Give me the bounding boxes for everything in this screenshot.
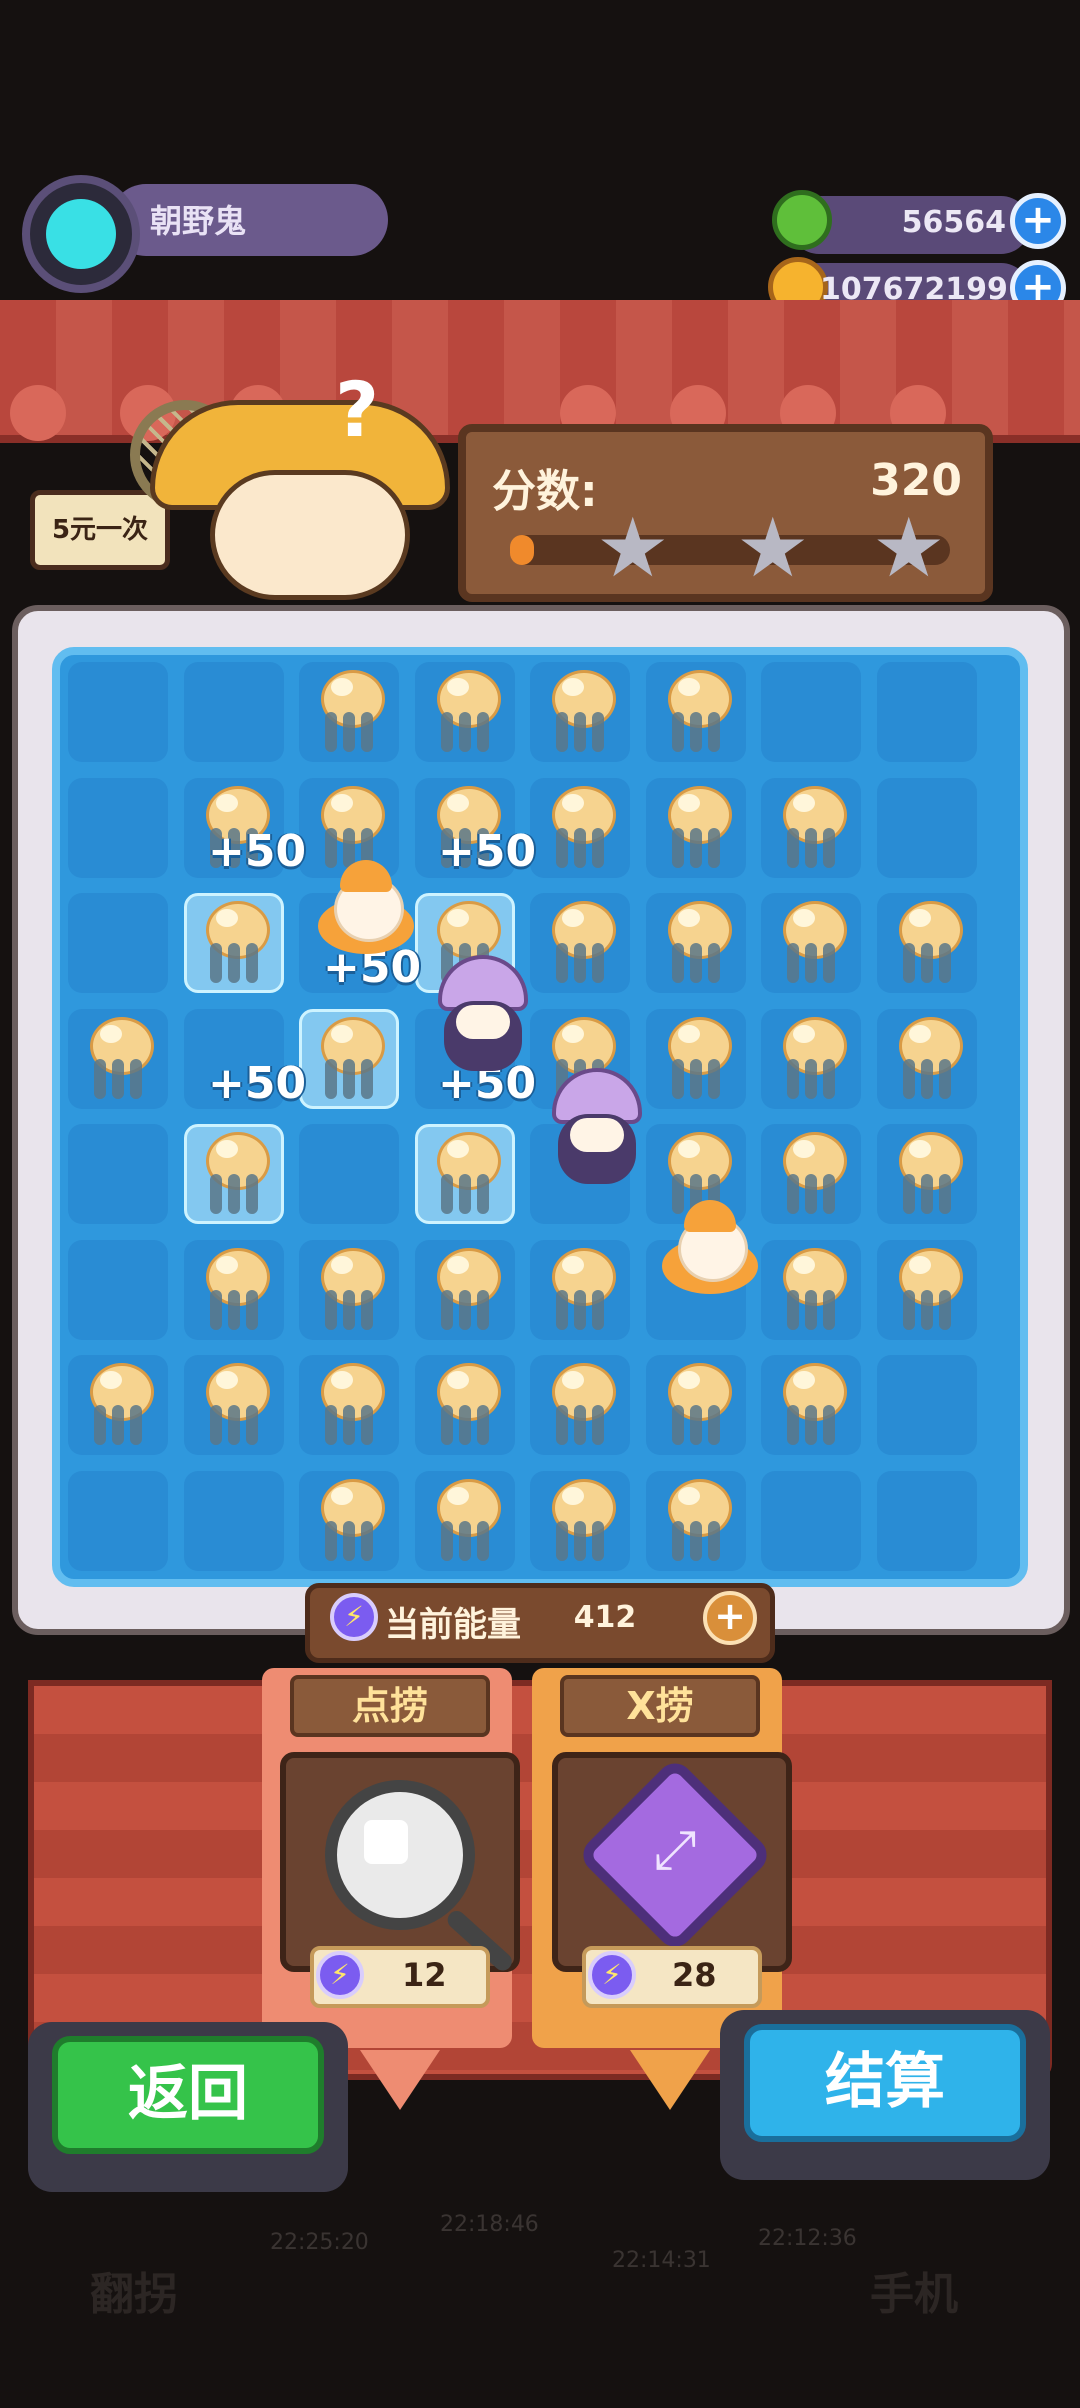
jellyfish-icon[interactable] [767,897,855,989]
jellyfish-icon[interactable] [74,1359,162,1451]
pennant [360,2050,440,2110]
settle-button[interactable]: 结算 [744,2024,1026,2142]
energy-icon: ⚡ [330,1593,378,1641]
add-currency-1-button[interactable]: + [1010,193,1066,249]
jellyfish-icon[interactable] [536,1475,624,1567]
profile-name: 朝野鬼 [150,202,247,240]
jellyfish-icon[interactable] [652,897,740,989]
bg-time-1: 22:25:20 [270,2230,369,2255]
bg-label-2: 手机 [870,2269,958,2320]
jellyfish-icon[interactable] [767,1244,855,1336]
bonus-label: +50 [208,826,307,877]
question-mark-icon: ? [335,365,380,454]
tool-cost: 12 [402,1956,447,1994]
jellyfish-icon[interactable] [536,666,624,758]
jellyfish-icon[interactable] [652,1475,740,1567]
board-cell[interactable] [183,1470,284,1571]
bonus-label: +50 [208,1058,307,1109]
jellyfish-icon[interactable] [305,666,393,758]
jellyfish-icon[interactable] [74,1013,162,1105]
expand-arrows-icon: ⤢ [653,1818,697,1881]
tool-title: 点捞 [290,1675,490,1737]
duck-swimmer [312,858,422,968]
star-icon: ★ [736,501,810,596]
bg-time-4: 22:12:36 [758,2226,857,2251]
score-value: 320 [870,455,962,506]
board-cell[interactable] [68,1124,168,1224]
board-cell[interactable] [876,662,977,762]
board-cell[interactable] [68,1470,168,1571]
score-progress-fill [510,535,534,565]
board-cell[interactable] [761,662,861,762]
bg-time-3: 22:14:31 [612,2248,711,2273]
jellyfish-icon[interactable] [421,1128,509,1220]
energy-label: 当前能量 [385,1605,521,1645]
board-cell[interactable] [299,1124,399,1224]
jellyfish-icon[interactable] [421,1475,509,1567]
back-button[interactable]: 返回 [52,2036,324,2154]
worker-penguin [542,1068,652,1188]
jellyfish-icon[interactable] [536,897,624,989]
add-energy-button[interactable]: + [703,1591,757,1645]
energy-icon: ⚡ [588,1951,636,1999]
board-cell[interactable] [876,1470,977,1571]
jellyfish-icon[interactable] [883,897,971,989]
avatar[interactable] [22,175,140,293]
currency-value-1: 56564 [901,205,1006,240]
jellyfish-icon[interactable] [883,1013,971,1105]
jellyfish-icon[interactable] [652,782,740,874]
jellyfish-icon[interactable] [767,1128,855,1220]
cat-avatar-icon [46,199,116,269]
jellyfish-icon[interactable] [305,1475,393,1567]
magnifier-center [364,1820,408,1864]
jellyfish-icon[interactable] [421,666,509,758]
jellyfish-icon[interactable] [190,1244,278,1336]
jellyfish-icon[interactable] [305,1013,393,1105]
jellyfish-icon[interactable] [421,1359,509,1451]
board-cell[interactable] [183,662,284,762]
board-cell[interactable] [761,1470,861,1571]
jellyfish-icon[interactable] [536,782,624,874]
board-cell[interactable] [68,662,168,762]
tool-cost: 28 [672,1956,717,1994]
jellyfish-icon[interactable] [652,1359,740,1451]
jellyfish-icon[interactable] [190,1359,278,1451]
star-icon: ★ [596,501,670,596]
board-cell[interactable] [68,1239,168,1340]
jellyfish-icon[interactable] [883,1244,971,1336]
bg-time-2: 22:18:46 [440,2212,539,2237]
board-cell[interactable] [68,893,168,993]
otter-character [210,470,410,600]
tool-title: X捞 [560,1675,760,1737]
star-icon: ★ [872,501,946,596]
jellyfish-icon[interactable] [190,897,278,989]
donut-icon [772,190,832,250]
duck-swimmer [656,1198,766,1308]
energy-icon: ⚡ [316,1951,364,1999]
jellyfish-icon[interactable] [767,1359,855,1451]
jellyfish-icon[interactable] [536,1244,624,1336]
worker-penguin [428,955,538,1075]
energy-value: 412 [573,1600,637,1635]
jellyfish-icon[interactable] [305,1359,393,1451]
jellyfish-icon[interactable] [421,1244,509,1336]
board-cell[interactable] [876,777,977,878]
jellyfish-icon[interactable] [883,1128,971,1220]
jellyfish-icon[interactable] [305,1244,393,1336]
bonus-label: +50 [438,826,537,877]
pennant [630,2050,710,2110]
price-sign: 5元一次 [30,490,170,570]
jellyfish-icon[interactable] [190,1128,278,1220]
board-cell[interactable] [876,1355,977,1455]
awning-scallop [10,385,66,441]
board-cell[interactable] [68,777,168,878]
jellyfish-icon[interactable] [767,1013,855,1105]
jellyfish-icon[interactable] [652,1013,740,1105]
jellyfish-icon[interactable] [652,666,740,758]
bg-label-1: 翻拐 [90,2269,178,2320]
score-label: 分数: [492,466,598,517]
jellyfish-icon[interactable] [536,1359,624,1451]
jellyfish-icon[interactable] [767,782,855,874]
